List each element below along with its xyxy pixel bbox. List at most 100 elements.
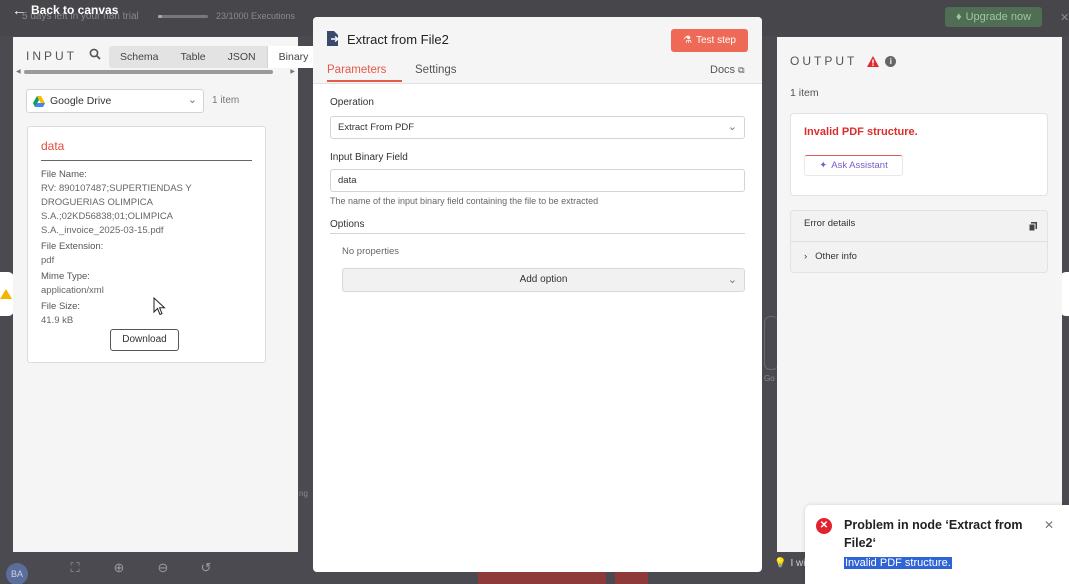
- chevron-down-icon: ⌄: [727, 121, 737, 133]
- tab-schema[interactable]: Schema: [109, 46, 170, 68]
- input-source-select[interactable]: Google Drive ⌄: [26, 89, 204, 113]
- error-message: Invalid PDF structure.: [804, 126, 918, 138]
- canvas-button: [615, 572, 648, 584]
- executions-count: 23/1000 Executions: [216, 11, 296, 21]
- node-header: Extract from File2 ⚗ Test step Parameter…: [313, 17, 762, 84]
- canvas-hint: 💡 I wi: [774, 558, 805, 569]
- back-to-canvas-link[interactable]: ← Back to canvas: [12, 2, 118, 18]
- error-details-label: Error details: [804, 218, 856, 229]
- tab-parameters[interactable]: Parameters: [327, 64, 402, 82]
- avatar[interactable]: BA: [6, 563, 28, 584]
- sparkle-icon: ✦: [819, 160, 828, 171]
- binary-data-card: data File Name: RV: 890107487;SUPERTIEND…: [27, 126, 266, 363]
- zoom-out-icon[interactable]: ⊖: [154, 560, 172, 578]
- error-toast: ✕ Problem in node ‘Extract from File2‘ ✕…: [805, 505, 1069, 584]
- file-extension-label: File Extension:: [41, 241, 104, 252]
- ask-assistant-button[interactable]: ✦ Ask Assistant: [804, 155, 903, 176]
- test-step-button[interactable]: ⚗ Test step: [671, 29, 748, 52]
- binary-key: data: [41, 139, 252, 161]
- close-icon[interactable]: ✕: [1044, 518, 1054, 532]
- canvas-node-google-drive: [0, 272, 14, 316]
- upgrade-label: Upgrade now: [965, 11, 1032, 23]
- chevron-down-icon: ⌄: [727, 274, 737, 286]
- input-item-count: 1 item: [212, 95, 240, 106]
- tab-table[interactable]: Table: [170, 46, 217, 68]
- file-name-value: RV: 890107487;SUPERTIENDAS Y DROGUERIAS …: [41, 183, 192, 236]
- input-header: INPUT: [26, 48, 101, 63]
- input-view-tabs: Schema Table JSON Binary: [109, 46, 320, 68]
- canvas-execute-button: [478, 572, 606, 584]
- bulb-icon: 💡: [774, 558, 787, 569]
- docs-label: Docs: [710, 64, 736, 76]
- canvas-node-outline: [764, 316, 778, 370]
- mime-type-label: Mime Type:: [41, 271, 90, 282]
- input-binary-field[interactable]: data: [330, 169, 745, 192]
- canvas-node-label: ng: [299, 489, 308, 498]
- error-icon: ✕: [816, 518, 832, 534]
- warning-icon: [867, 55, 880, 67]
- canvas-hint-text: I wi: [790, 558, 806, 569]
- output-title: OUTPUT: [790, 54, 858, 68]
- node-title[interactable]: Extract from File2: [347, 32, 449, 47]
- input-title: INPUT: [26, 48, 77, 63]
- zoom-in-icon[interactable]: ⊕: [110, 560, 128, 578]
- options-divider: [330, 233, 745, 234]
- docs-link[interactable]: Docs ⧉: [710, 64, 745, 76]
- output-panel: OUTPUT i 1 item Invalid PDF structure. ✦…: [777, 37, 1062, 552]
- error-card: Invalid PDF structure. ✦ Ask Assistant: [790, 113, 1048, 196]
- node-settings-panel: Extract from File2 ⚗ Test step Parameter…: [313, 17, 762, 572]
- output-header: OUTPUT i: [790, 54, 897, 68]
- scroll-right-icon[interactable]: ▶: [290, 68, 295, 75]
- copy-icon[interactable]: [1029, 222, 1037, 231]
- add-option-label: Add option: [519, 274, 568, 285]
- other-info-toggle[interactable]: › Other info: [804, 251, 857, 262]
- input-binary-field-label: Input Binary Field: [330, 152, 408, 163]
- no-properties-text: No properties: [342, 246, 400, 257]
- file-size-label: File Size:: [41, 301, 81, 312]
- ask-assistant-label: Ask Assistant: [831, 160, 888, 171]
- fit-view-icon[interactable]: ⛶: [66, 560, 84, 578]
- back-to-canvas-label: Back to canvas: [31, 3, 119, 17]
- search-icon[interactable]: [89, 48, 101, 63]
- flask-icon: ⚗: [683, 35, 692, 46]
- scrollbar-thumb[interactable]: [24, 70, 273, 74]
- error-details-section: Error details › Other info: [790, 210, 1048, 273]
- tab-json[interactable]: JSON: [217, 46, 267, 68]
- error-details-divider: [791, 241, 1047, 242]
- executions-progress: [158, 15, 208, 18]
- mouse-cursor-icon: [153, 297, 166, 316]
- scroll-left-icon[interactable]: ◀: [16, 68, 21, 75]
- gem-icon: ♦: [955, 11, 962, 23]
- operation-select[interactable]: Extract From PDF ⌄: [330, 116, 745, 139]
- toast-title: Problem in node ‘Extract from File2‘: [844, 518, 1023, 550]
- test-step-label: Test step: [695, 35, 736, 46]
- chevron-right-icon: ›: [804, 251, 808, 262]
- options-label: Options: [330, 219, 365, 230]
- output-item-count: 1 item: [790, 87, 819, 99]
- google-drive-icon: [0, 289, 12, 299]
- tab-binary[interactable]: Binary: [266, 46, 320, 68]
- undo-icon[interactable]: ↺: [197, 560, 215, 578]
- download-button[interactable]: Download: [110, 329, 179, 351]
- other-info-label: Other info: [815, 251, 857, 262]
- extract-file-icon: [327, 31, 340, 46]
- horizontal-scrollbar[interactable]: ◀ ▶: [16, 68, 295, 75]
- close-icon[interactable]: ✕: [1060, 11, 1069, 24]
- input-binary-field-value: data: [338, 175, 357, 186]
- arrow-left-icon: ←: [12, 2, 26, 18]
- google-drive-icon: [33, 95, 45, 107]
- tab-settings[interactable]: Settings: [415, 64, 457, 76]
- file-size-value: 41.9 kB: [41, 315, 74, 326]
- input-binary-field-hint: The name of the input binary field conta…: [330, 196, 599, 206]
- add-option-button[interactable]: Add option ⌄: [342, 268, 745, 292]
- input-panel: INPUT Schema Table JSON Binary ◀ ▶ Googl…: [13, 37, 320, 552]
- info-icon[interactable]: i: [885, 55, 897, 67]
- chevron-down-icon: ⌄: [187, 94, 197, 106]
- canvas-node-label: Go: [764, 374, 775, 383]
- toast-message[interactable]: Invalid PDF structure.: [844, 557, 952, 569]
- input-source-label: Google Drive: [50, 95, 112, 107]
- file-name-label: File Name:: [41, 169, 87, 180]
- upgrade-button[interactable]: ♦ Upgrade now: [945, 7, 1042, 27]
- file-extension-value: pdf: [41, 255, 55, 266]
- canvas-toolbar: ⛶ ⊕ ⊖ ↺: [0, 554, 300, 584]
